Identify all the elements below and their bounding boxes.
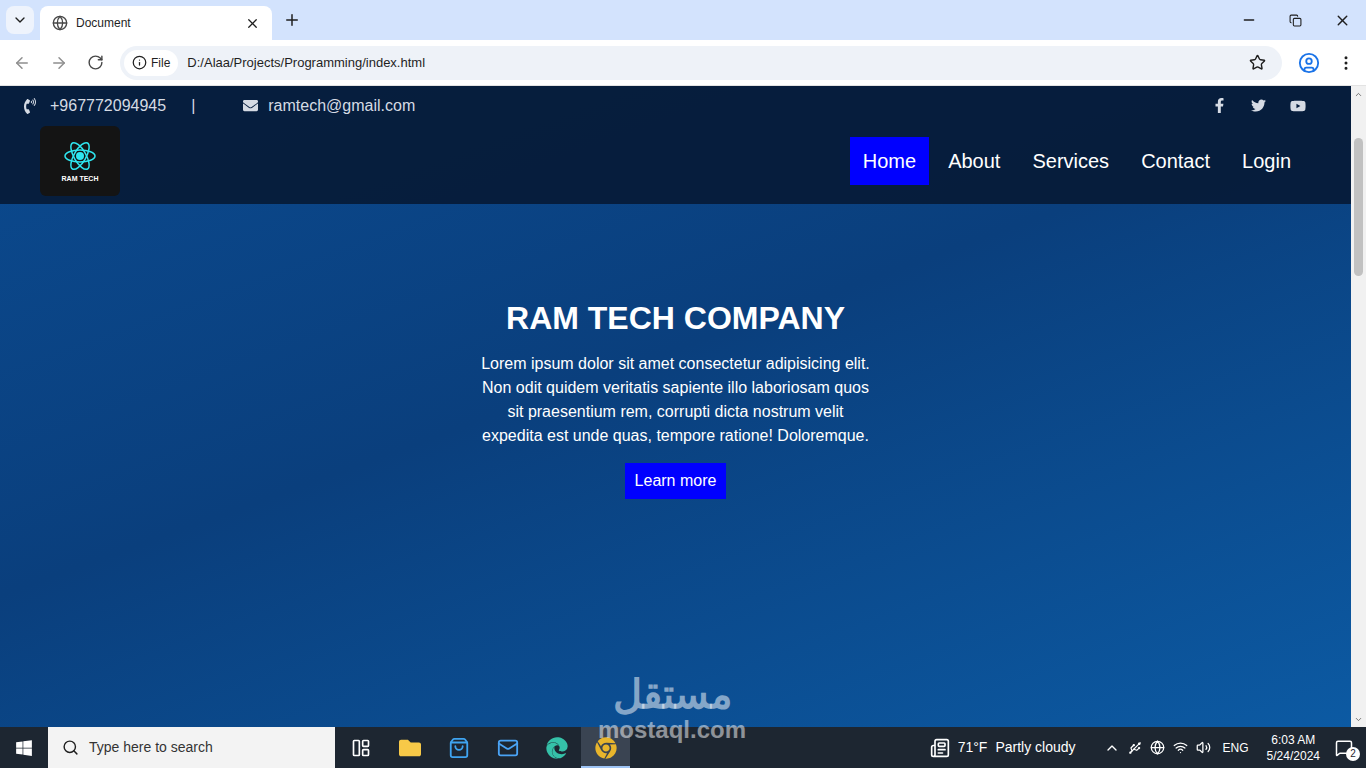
windows-icon [15, 739, 33, 757]
email-icon [243, 98, 258, 113]
chevron-down-icon [12, 12, 28, 28]
screen: Document File D:/Alaa/Projects/Programming… [0, 0, 1366, 768]
taskbar-app[interactable] [581, 727, 630, 768]
tab-search-button[interactable] [6, 6, 34, 34]
taskbar-app[interactable] [385, 727, 434, 768]
hero-text: Lorem ipsum dolor sit amet consectetur a… [478, 352, 874, 448]
minimize-button[interactable] [1225, 0, 1272, 40]
site-header: +967772094945 | ramtech@gmail.com RAM TECH H… [0, 86, 1351, 204]
contact-bar: +967772094945 | ramtech@gmail.com [0, 86, 1351, 125]
contact-separator: | [191, 94, 195, 118]
nav-item[interactable]: Login [1229, 137, 1304, 185]
nav-item[interactable]: Contact [1128, 137, 1223, 185]
site-logo[interactable]: RAM TECH [40, 126, 120, 196]
scrollbar-thumb[interactable] [1354, 138, 1363, 276]
weather-condition: Partly cloudy [995, 737, 1075, 758]
task-view-icon [351, 738, 371, 758]
phone-icon [22, 98, 38, 114]
bookmark-star-icon[interactable] [1249, 54, 1266, 71]
info-icon [132, 55, 147, 70]
twitter-icon[interactable] [1251, 98, 1266, 113]
omnibox[interactable]: File D:/Alaa/Projects/Programming/index.h… [120, 46, 1282, 80]
nav-item[interactable]: Home [850, 137, 929, 185]
notification-count: 2 [1346, 747, 1360, 761]
volume-icon[interactable] [1196, 740, 1211, 755]
taskbar-app[interactable] [483, 727, 532, 768]
weather-temp: 71°F [958, 737, 988, 758]
close-icon [1334, 12, 1351, 29]
restore-icon [1289, 14, 1302, 27]
tab-title: Document [76, 14, 237, 32]
restore-button[interactable] [1272, 0, 1319, 40]
phone-number: +967772094945 [50, 94, 166, 118]
device-icon[interactable] [1128, 741, 1142, 755]
language-indicator[interactable]: ENG [1223, 739, 1249, 757]
reload-icon[interactable] [87, 54, 104, 71]
mail-icon [497, 737, 519, 759]
watermark: مستقلmostaql.com [598, 672, 746, 744]
profile-icon[interactable] [1298, 52, 1320, 74]
taskbar-app[interactable] [532, 727, 581, 768]
toolbar: File D:/Alaa/Projects/Programming/index.h… [0, 40, 1366, 86]
taskbar-app[interactable] [434, 727, 483, 768]
scroll-up-icon[interactable] [1354, 90, 1363, 99]
learn-more-button[interactable]: Learn more [625, 463, 727, 499]
nav-menu: HomeAboutServicesContactLogin [850, 137, 1304, 185]
atom-logo-icon [63, 139, 97, 173]
close-tab-icon[interactable] [245, 16, 260, 31]
forward-icon[interactable] [50, 54, 68, 72]
tray-expand-icon[interactable] [1104, 740, 1120, 756]
nav-item[interactable]: Services [1019, 137, 1122, 185]
viewport: +967772094945 | ramtech@gmail.com RAM TECH H… [0, 86, 1366, 727]
clock-date: 5/24/2024 [1267, 748, 1320, 764]
news-icon [930, 738, 950, 758]
logo-text: RAM TECH [62, 175, 99, 182]
scheme-chip[interactable]: File [124, 50, 178, 76]
notification-button[interactable]: 2 [1322, 727, 1366, 768]
scheme-label: File [151, 54, 170, 72]
hero: RAM TECH COMPANY Lorem ipsum dolor sit am… [0, 204, 1351, 727]
network-icon[interactable] [1150, 740, 1165, 755]
watermark-latin: mostaql.com [598, 716, 746, 744]
edge-icon [546, 737, 568, 759]
facebook-icon[interactable] [1212, 98, 1227, 113]
chrome-icon [595, 737, 617, 759]
nav-item[interactable]: About [935, 137, 1013, 185]
search-placeholder: Type here to search [89, 737, 213, 758]
start-button[interactable] [0, 727, 48, 768]
email-address: ramtech@gmail.com [268, 94, 415, 118]
tab-strip: Document [0, 0, 1366, 40]
browser-tab[interactable]: Document [40, 6, 272, 40]
web-page: +967772094945 | ramtech@gmail.com RAM TECH H… [0, 86, 1351, 727]
clock[interactable]: 6:03 AM5/24/2024 [1267, 732, 1320, 764]
scrollbar[interactable] [1351, 86, 1366, 727]
taskbar-search[interactable]: Type here to search [48, 727, 335, 768]
wifi-icon[interactable] [1173, 740, 1188, 755]
weather-widget[interactable]: 71°F Partly cloudy [930, 737, 1076, 758]
store-icon [448, 737, 470, 759]
scroll-down-icon[interactable] [1354, 715, 1363, 724]
new-tab-icon[interactable] [283, 11, 301, 29]
clock-time: 6:03 AM [1271, 732, 1315, 748]
search-icon [62, 739, 79, 756]
watermark-arabic: مستقل [613, 672, 732, 716]
globe-icon [52, 15, 68, 31]
youtube-icon[interactable] [1290, 98, 1306, 114]
minimize-icon [1241, 12, 1257, 28]
hero-title: RAM TECH COMPANY [506, 298, 845, 338]
taskbar-app[interactable] [336, 727, 385, 768]
active-indicator [581, 766, 630, 768]
taskbar: Type here to search 71°F Partly cloudy ENG 6… [0, 727, 1366, 768]
back-icon[interactable] [13, 54, 31, 72]
nav-bar: RAM TECH HomeAboutServicesContactLogin [0, 125, 1351, 204]
menu-icon[interactable] [1337, 54, 1355, 72]
close-button[interactable] [1319, 0, 1366, 40]
url-text: D:/Alaa/Projects/Programming/index.html [187, 53, 1249, 73]
folder-icon [399, 737, 421, 759]
